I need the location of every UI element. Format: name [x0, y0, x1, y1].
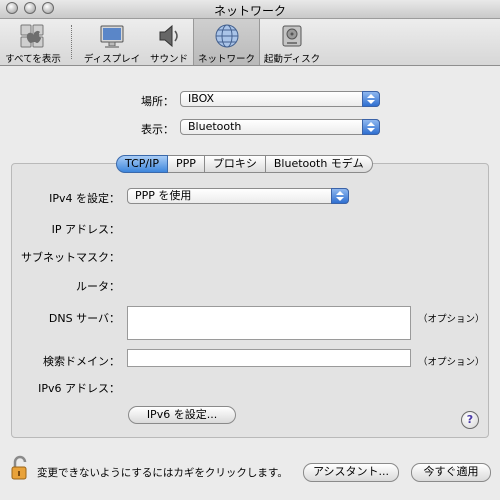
toolbar-startup-disk[interactable]: 起動ディスク [260, 19, 324, 65]
tab-bar: TCP/IP PPP プロキシ Bluetooth モデム [116, 155, 373, 173]
search-domain-optional-note: （オプション） [418, 357, 485, 368]
title-bar: ネットワーク [0, 0, 500, 19]
lock-icon[interactable] [10, 455, 30, 481]
speaker-icon [159, 24, 178, 48]
router-label: ルータ： [76, 280, 120, 293]
display-icon [100, 25, 124, 48]
toolbar: すべてを表示 ディスプレイ サウンド ネットワーク 起動ディスク [0, 19, 500, 66]
show-value: Bluetooth [188, 120, 242, 133]
location-value: IBOX [188, 92, 215, 105]
toolbar-separator [71, 25, 73, 59]
help-button[interactable]: ? [461, 411, 479, 429]
dns-optional-note: （オプション） [418, 314, 485, 325]
ipv4-config-popup[interactable]: PPP を使用 [127, 188, 349, 204]
dns-server-label: DNS サーバ： [48, 312, 120, 325]
search-domain-label: 検索ドメイン： [43, 355, 120, 368]
toolbar-network[interactable]: ネットワーク [193, 19, 260, 65]
ipv4-config-value: PPP を使用 [135, 189, 192, 202]
apply-now-button[interactable]: 今すぐ適用 [411, 463, 491, 482]
toolbar-item-label: ディスプレイ [83, 54, 141, 65]
tab-tcpip[interactable]: TCP/IP [116, 155, 168, 173]
tab-ppp[interactable]: PPP [167, 155, 205, 173]
toolbar-sound[interactable]: サウンド [146, 19, 192, 65]
ipv4-label: IPv4 を設定： [49, 192, 120, 205]
configure-ipv6-button[interactable]: IPv6 を設定... [128, 406, 236, 424]
popup-arrows-icon [362, 119, 380, 135]
search-domain-field[interactable] [127, 349, 411, 367]
hard-disk-icon [282, 25, 302, 47]
globe-icon [215, 24, 238, 48]
show-popup[interactable]: Bluetooth [180, 119, 380, 135]
toolbar-item-label: サウンド [149, 54, 188, 65]
show-label: 表示： [141, 123, 174, 136]
location-popup[interactable]: IBOX [180, 91, 380, 107]
popup-arrows-icon [362, 91, 380, 107]
dns-server-field[interactable] [127, 306, 411, 340]
toolbar-item-label: ネットワーク [197, 54, 255, 65]
toolbar-displays[interactable]: ディスプレイ [78, 19, 146, 65]
subnet-mask-label: サブネットマスク： [21, 251, 120, 264]
toolbar-show-all[interactable]: すべてを表示 [0, 19, 66, 65]
ipv6-address-label: IPv6 アドレス： [38, 382, 120, 395]
tab-proxy[interactable]: プロキシ [204, 155, 266, 173]
apple-logo-icon [20, 24, 44, 48]
popup-arrows-icon [331, 188, 349, 204]
tab-bluetooth-modem[interactable]: Bluetooth モデム [265, 155, 373, 173]
lock-hint-text: 変更できないようにするにはカギをクリックします。 [37, 467, 288, 479]
assistant-button[interactable]: アシスタント... [303, 463, 399, 482]
location-label: 場所： [141, 95, 174, 108]
toolbar-item-label: 起動ディスク [263, 54, 321, 65]
ip-address-label: IP アドレス： [51, 223, 120, 236]
window-title: ネットワーク [213, 4, 286, 18]
toolbar-item-label: すべてを表示 [5, 54, 61, 65]
